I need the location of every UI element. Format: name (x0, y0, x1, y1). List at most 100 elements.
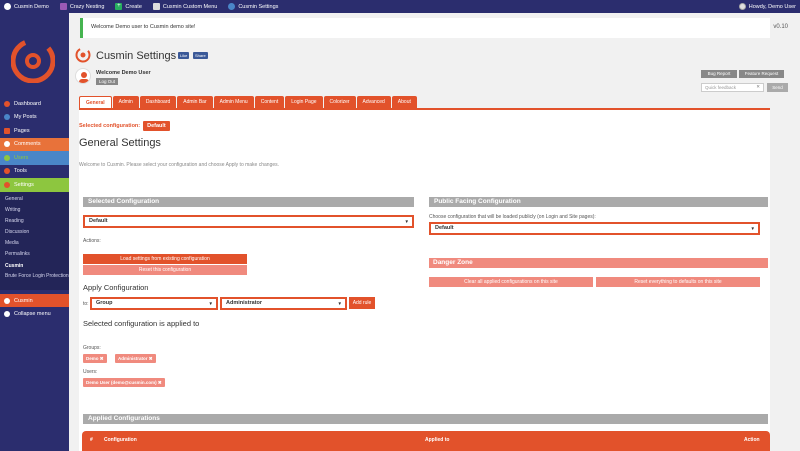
tab-admin-bar[interactable]: Admin Bar (177, 96, 213, 108)
tab-admin[interactable]: Admin (112, 96, 139, 108)
adminbar-howdy[interactable]: Howdy, Demo User (735, 0, 800, 13)
sidebar-item-users-label: Users (14, 154, 29, 161)
applied-to-title: Selected configuration is applied to (83, 319, 200, 328)
sidebar-item-cusmin[interactable]: Cusmin (0, 293, 69, 308)
adminbar-create[interactable]: + Create (111, 0, 149, 13)
sidebar-item-tools[interactable]: Tools (0, 165, 69, 179)
sidebar-item-comments[interactable]: Comments (0, 137, 69, 151)
users-label: Users: (83, 369, 98, 375)
adminbar-crazy-nesting[interactable]: Crazy Nesting (56, 0, 112, 13)
facebook-share-button[interactable]: Share (193, 52, 208, 59)
feature-request-button[interactable]: Feature Request (739, 70, 784, 78)
dashboard-icon (4, 100, 10, 107)
submenu-discussion[interactable]: Discussion (0, 227, 69, 238)
close-icon[interactable]: ✖ (100, 356, 104, 361)
collapse-menu-button[interactable]: Collapse menu (0, 307, 69, 321)
submenu-general[interactable]: General (0, 194, 69, 205)
adminbar-cusmin-custom-menu[interactable]: Cusmin Custom Menu (149, 0, 224, 13)
submenu-media[interactable]: Media (0, 238, 69, 249)
adminbar-site-cusmin-demo[interactable]: Cusmin Demo (0, 0, 56, 13)
pages-icon (4, 127, 10, 134)
tab-content[interactable]: Content (254, 96, 285, 108)
submenu-brute-force[interactable]: Brute Force Login Protection (0, 272, 69, 288)
load-settings-button[interactable]: Load settings from existing configuratio… (83, 254, 247, 264)
adminbar-cusmin-settings[interactable]: Cusmin Settings (224, 0, 285, 13)
reset-configuration-button[interactable]: Reset this configuration (83, 265, 247, 275)
pin-icon (4, 114, 10, 121)
tab-colorizer[interactable]: Colorizer (323, 96, 356, 108)
submenu-permalinks[interactable]: Permalinks (0, 249, 69, 260)
general-settings-title: General Settings (79, 137, 161, 149)
selected-config-badge[interactable]: Default (143, 121, 170, 131)
sidebar-item-my-posts-label: My Posts (14, 114, 37, 121)
submenu-reading[interactable]: Reading (0, 216, 69, 227)
adminbar-create-label: Create (125, 3, 142, 10)
col-applied-to: Applied to (425, 437, 450, 443)
send-feedback-button[interactable]: Send (767, 83, 788, 92)
group-chip-administrator[interactable]: Administrator ✖ (115, 354, 156, 363)
adminbar-custom-menu-label: Cusmin Custom Menu (162, 3, 218, 10)
adminbar-crazy-nesting-label: Crazy Nesting (69, 3, 105, 10)
sidebar-item-my-posts[interactable]: My Posts (0, 111, 69, 125)
tab-login-page[interactable]: Login Page (285, 96, 323, 108)
applied-configurations-header: Applied Configurations (83, 414, 768, 424)
user-silhouette-icon (79, 72, 89, 83)
chevron-down-icon: ▼ (208, 301, 213, 306)
nesting-icon (59, 3, 67, 10)
version-label: v0.10 (773, 24, 788, 30)
bank-icon (152, 3, 160, 10)
role-select-value: Administrator (226, 300, 263, 306)
reset-everything-button[interactable]: Reset everything to defaults on this sit… (596, 277, 760, 287)
collapse-icon (4, 311, 10, 318)
actions-label: Actions: (83, 238, 101, 244)
collapse-menu-label: Collapse menu (14, 311, 51, 318)
user-chip-label: Demo User (demo@cusmin.com) (86, 380, 157, 385)
tab-dashboard[interactable]: Dashboard (139, 96, 177, 108)
wordpress-icon (4, 3, 11, 10)
tab-advanced[interactable]: Advanced (356, 96, 391, 108)
comment-icon (4, 141, 10, 148)
tab-general[interactable]: General (79, 96, 112, 108)
groups-label: Groups: (83, 345, 101, 351)
user-chip-demo-user[interactable]: Demo User (demo@cusmin.com) ✖ (83, 378, 165, 387)
group-select[interactable]: Group ▼ (90, 297, 218, 310)
logout-button[interactable]: Log Out (96, 78, 119, 85)
chevron-down-icon: ▼ (404, 219, 409, 224)
user-avatar-icon (738, 3, 746, 10)
sidebar-item-dashboard[interactable]: Dashboard (0, 97, 69, 111)
avatar (75, 68, 91, 84)
public-facing-configuration-header: Public Facing Configuration (429, 197, 768, 207)
close-icon[interactable]: ✖ (158, 380, 162, 385)
configuration-select[interactable]: Default ▼ (83, 215, 414, 228)
submenu-cusmin[interactable]: Cusmin (0, 261, 69, 272)
sidebar-item-settings-label: Settings (14, 181, 34, 188)
adminbar-howdy-label: Howdy, Demo User (748, 3, 796, 10)
configuration-select-value: Default (89, 218, 108, 224)
role-select[interactable]: Administrator ▼ (220, 297, 347, 310)
facebook-like-button[interactable]: Like (178, 52, 190, 59)
sidebar-item-pages[interactable]: Pages (0, 124, 69, 138)
close-icon[interactable]: ✖ (149, 356, 153, 361)
clear-applied-configurations-button[interactable]: Clear all applied configurations on this… (429, 277, 593, 287)
danger-zone-header: Danger Zone (429, 258, 768, 268)
col-action: Action (744, 437, 760, 443)
wrench-icon (4, 168, 10, 175)
group-chip-demo[interactable]: Demo ✖ (83, 354, 107, 363)
sidebar-item-users[interactable]: Users (0, 151, 69, 165)
quick-feedback-input[interactable]: Quick feedback ✕ (701, 83, 764, 92)
tab-admin-menu[interactable]: Admin Menu (213, 96, 254, 108)
cusmin-logo-icon (75, 47, 91, 63)
bug-report-button[interactable]: Bug Report (701, 70, 737, 78)
submenu-writing[interactable]: Writing (0, 205, 69, 216)
add-rule-button[interactable]: Add rule (349, 297, 375, 309)
tab-about[interactable]: About (391, 96, 417, 108)
sidebar-item-cusmin-label: Cusmin (14, 297, 33, 304)
sidebar-item-settings[interactable]: Settings (0, 178, 69, 192)
welcome-text: Welcome to Cusmin. Please select your co… (79, 162, 280, 168)
public-configuration-select[interactable]: Default ▼ (429, 222, 760, 235)
sidebar-item-tools-label: Tools (14, 168, 27, 175)
applied-configurations-table-header: # Configuration Applied to Action (82, 431, 770, 451)
settings-submenu: General Writing Reading Discussion Media… (0, 191, 69, 290)
clear-x-icon[interactable]: ✕ (756, 84, 760, 90)
group-select-value: Group (96, 300, 113, 306)
